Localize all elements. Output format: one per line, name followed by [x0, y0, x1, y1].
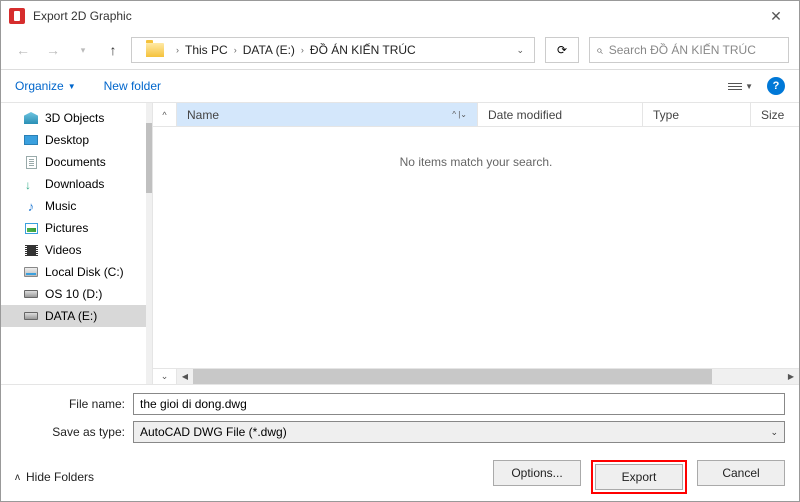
back-button[interactable]: ←	[11, 38, 35, 62]
export-button[interactable]: Export	[595, 464, 683, 490]
breadcrumb-folder[interactable]: ĐỒ ÁN KIẾN TRÚC	[310, 43, 416, 57]
pictures-icon	[25, 223, 38, 234]
search-input[interactable]: ⌕ Search ĐỒ ÁN KIẾN TRÚC	[589, 37, 789, 63]
documents-icon	[26, 156, 37, 169]
sidebar-item-os10[interactable]: OS 10 (D:)	[1, 283, 152, 305]
sidebar-item-data[interactable]: DATA (E:)	[1, 305, 152, 327]
scrollbar-thumb[interactable]	[193, 369, 712, 384]
sort-indicator-icon: ^ |⌄	[452, 110, 467, 119]
search-placeholder: Search ĐỒ ÁN KIẾN TRÚC	[609, 43, 756, 57]
scroll-right-button[interactable]: ▶	[783, 369, 799, 384]
saveastype-label: Save as type:	[15, 425, 125, 439]
breadcrumb-thispc[interactable]: This PC	[185, 43, 228, 57]
up-button[interactable]: ↑	[101, 38, 125, 62]
list-view-icon	[728, 83, 742, 90]
chevron-down-icon: ▼	[745, 82, 753, 91]
organize-dropdown[interactable]: Organize▼	[15, 79, 76, 93]
refresh-button[interactable]: ⟳	[545, 37, 579, 63]
close-button[interactable]: ✕	[761, 1, 791, 31]
sidebar-item-3dobjects[interactable]: 3D Objects	[1, 107, 152, 129]
window-title: Export 2D Graphic	[33, 9, 761, 23]
sidebar-tree: 3D Objects Desktop Documents ↓Downloads …	[1, 103, 152, 331]
chevron-down-icon: ⌄	[770, 427, 778, 438]
music-icon: ♪	[28, 199, 35, 214]
column-header-date[interactable]: Date modified	[478, 103, 643, 126]
chevron-right-icon: ›	[234, 45, 237, 55]
chevron-up-icon: ʌ	[15, 472, 20, 483]
forward-button[interactable]: →	[41, 38, 65, 62]
downloads-icon: ↓	[25, 178, 37, 190]
view-mode-dropdown[interactable]: ▼	[724, 80, 757, 93]
breadcrumb[interactable]: › This PC › DATA (E:) › ĐỒ ÁN KIẾN TRÚC …	[131, 37, 535, 63]
sidebar-item-localdisk[interactable]: Local Disk (C:)	[1, 261, 152, 283]
column-header-name[interactable]: Name ^ |⌄	[177, 103, 478, 126]
collapse-sidebar-button[interactable]: ^	[153, 103, 177, 126]
export-highlight-annotation: Export	[591, 460, 687, 494]
refresh-icon: ⟳	[557, 43, 567, 57]
expand-tree-button[interactable]: ⌄	[153, 369, 177, 384]
sidebar-item-videos[interactable]: Videos	[1, 239, 152, 261]
column-header-row: ^ Name ^ |⌄ Date modified Type Size	[153, 103, 799, 127]
column-header-type[interactable]: Type	[643, 103, 751, 126]
drive-icon	[24, 312, 38, 320]
videos-icon	[25, 245, 38, 256]
filename-label: File name:	[15, 397, 125, 411]
options-button[interactable]: Options...	[493, 460, 581, 486]
filename-input[interactable]	[133, 393, 785, 415]
hide-folders-toggle[interactable]: ʌ Hide Folders	[15, 470, 94, 484]
new-folder-button[interactable]: New folder	[104, 79, 161, 93]
saveastype-dropdown[interactable]: AutoCAD DWG File (*.dwg) ⌄	[133, 421, 785, 443]
help-button[interactable]: ?	[767, 77, 785, 95]
sidebar-item-desktop[interactable]: Desktop	[1, 129, 152, 151]
chevron-down-icon[interactable]: ⌄	[512, 45, 528, 56]
scrollbar-track[interactable]	[193, 369, 783, 384]
cancel-button[interactable]: Cancel	[697, 460, 785, 486]
sidebar-scrollbar-thumb[interactable]	[146, 123, 152, 193]
column-header-size[interactable]: Size	[751, 103, 799, 126]
sidebar-item-documents[interactable]: Documents	[1, 151, 152, 173]
sidebar-item-pictures[interactable]: Pictures	[1, 217, 152, 239]
objects3d-icon	[24, 112, 38, 124]
sidebar-item-music[interactable]: ♪Music	[1, 195, 152, 217]
drive-icon	[24, 290, 38, 298]
app-icon	[9, 8, 25, 24]
folder-icon	[146, 43, 164, 57]
file-list-empty-state: No items match your search.	[153, 127, 799, 368]
sidebar-item-downloads[interactable]: ↓Downloads	[1, 173, 152, 195]
chevron-right-icon: ›	[301, 45, 304, 55]
chevron-down-icon: ▼	[68, 82, 76, 91]
desktop-icon	[24, 135, 38, 145]
chevron-right-icon: ›	[176, 45, 179, 55]
scroll-left-button[interactable]: ◀	[177, 369, 193, 384]
recent-dropdown[interactable]: ▾	[71, 38, 95, 62]
search-icon: ⌕	[596, 43, 603, 58]
disk-icon	[24, 267, 38, 277]
breadcrumb-drive[interactable]: DATA (E:)	[243, 43, 295, 57]
